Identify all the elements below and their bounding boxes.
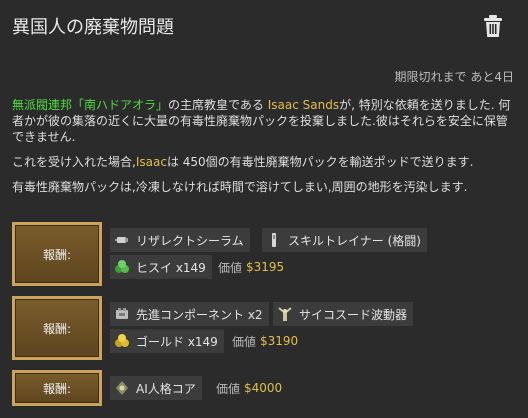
component-icon	[114, 306, 130, 322]
reward-item-label: AI人格コア	[136, 381, 196, 396]
reward-item[interactable]: サイコスード波動器	[273, 302, 414, 326]
reward-choose-button[interactable]: 報酬:	[12, 296, 102, 360]
reward-value: 価値 $4000	[216, 376, 282, 400]
reward-item-label: サイコスード波動器	[299, 307, 408, 322]
description-text: これを受け入れた場合,	[12, 155, 136, 169]
dialog-header: 異国人の廃棄物問題	[0, 0, 528, 48]
value-label: 価値	[232, 334, 257, 349]
reward-item[interactable]: ゴールド x149	[110, 329, 224, 353]
reward-button-label: 報酬:	[42, 247, 72, 262]
reward-choose-button[interactable]: 報酬:	[12, 370, 102, 406]
ai-core-icon	[114, 380, 130, 396]
reward-button-label: 報酬:	[42, 381, 72, 396]
reward-item[interactable]: ヒスイ x149	[110, 255, 212, 279]
reward-item-label: ゴールド x149	[136, 334, 218, 349]
description-paragraph-3: 有毒性廃棄物パックは,冷凍しなければ時間で溶けてしまい,周囲の地形を汚染します.	[12, 180, 468, 194]
reward-value: 価値 $3195	[218, 255, 284, 279]
trash-icon[interactable]	[482, 14, 504, 38]
reward-item[interactable]: リザレクトシーラム	[110, 228, 250, 252]
reward-item-label: スキルトレイナー (格闘)	[288, 233, 421, 248]
reward-item[interactable]: AI人格コア	[110, 376, 202, 400]
psychic-soothe-icon	[277, 306, 293, 322]
skill-trainer-icon	[266, 232, 282, 248]
reward-item[interactable]: スキルトレイナー (格闘)	[262, 228, 427, 252]
description-text: の主席教皇である	[168, 98, 268, 112]
description-paragraph-1: 無派閥連邦「南ハドアオラ」の主席教皇である Isaac Sandsが, 特別な依…	[12, 97, 518, 145]
quest-description: 無派閥連邦「南ハドアオラ」の主席教皇である Isaac Sandsが, 特別な依…	[12, 97, 518, 204]
expiry-text: 期限切れまで あと4日	[394, 70, 514, 84]
jade-icon	[114, 259, 130, 275]
reward-choose-button[interactable]: 報酬:	[12, 222, 102, 286]
reward-button-label: 報酬:	[42, 321, 72, 336]
value-amount: $4000	[244, 381, 283, 395]
person-name: Isaac Sands	[267, 98, 340, 112]
description-text: は 450個の有毒性廃棄物パックを輸送ポッドで送ります.	[166, 155, 474, 169]
quest-title: 異国人の廃棄物問題	[12, 17, 174, 38]
serum-icon	[114, 232, 130, 248]
value-amount: $3195	[246, 260, 285, 274]
reward-item[interactable]: 先進コンポーネント x2	[110, 302, 269, 326]
reward-item-label: 先進コンポーネント x2	[136, 307, 263, 322]
reward-value: 価値 $3190	[232, 329, 298, 353]
reward-option-2: 報酬: 先進コンポーネント x2 サイコスード波動器 ゴールド x149 価値 …	[12, 296, 518, 360]
value-label: 価値	[216, 381, 241, 396]
reward-option-1: 報酬: リザレクトシーラム スキルトレイナー (格闘) ヒスイ x149 価値 …	[12, 222, 518, 286]
person-name: Isaac	[135, 155, 167, 169]
gold-icon	[114, 333, 130, 349]
reward-item-label: ヒスイ x149	[136, 260, 206, 275]
faction-name: 無派閥連邦「南ハドアオラ」	[12, 98, 169, 112]
value-amount: $3190	[260, 334, 299, 348]
reward-option-3: 報酬: AI人格コア 価値 $4000	[12, 370, 518, 406]
reward-item-label: リザレクトシーラム	[136, 233, 244, 248]
description-paragraph-2: これを受け入れた場合,Isaacは 450個の有毒性廃棄物パックを輸送ポッドで送…	[12, 154, 518, 170]
value-label: 価値	[218, 260, 243, 275]
